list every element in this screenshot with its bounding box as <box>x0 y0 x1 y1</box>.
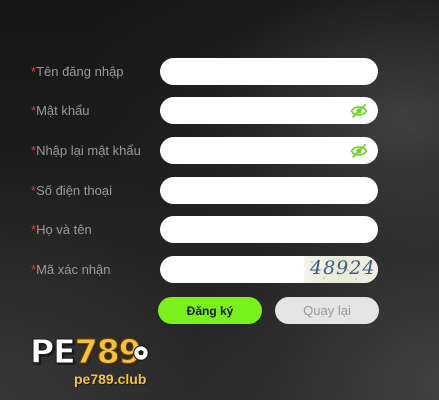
full-name-label: *Họ và tên <box>31 222 92 237</box>
captcha-image[interactable]: 48924 <box>304 256 378 283</box>
captcha-code: 48924 <box>310 257 376 279</box>
full-name-row: *Họ và tên <box>0 216 439 244</box>
logo-wordmark: PE789 <box>30 332 143 371</box>
username-input[interactable] <box>160 58 378 85</box>
phone-row: *Số điện thoại <box>0 177 439 205</box>
confirm-password-label: *Nhập lại mật khẩu <box>31 143 141 158</box>
phone-input[interactable] <box>160 177 378 204</box>
soccer-ball-icon <box>133 345 149 361</box>
phone-label: *Số điện thoại <box>31 183 112 198</box>
captcha-row: *Mã xác nhận 48924 <box>0 256 439 284</box>
eye-slash-icon[interactable] <box>350 103 368 119</box>
full-name-input[interactable] <box>160 216 378 243</box>
password-input[interactable] <box>160 97 378 124</box>
back-button[interactable]: Quay lại <box>275 297 379 324</box>
captcha-label: *Mã xác nhận <box>31 262 111 277</box>
confirm-password-row: *Nhập lại mật khẩu <box>0 137 439 165</box>
confirm-password-input[interactable] <box>160 137 378 164</box>
password-row: *Mật khẩu <box>0 97 439 125</box>
logo-url: pe789.club <box>74 371 147 387</box>
password-label: *Mật khẩu <box>31 103 90 118</box>
eye-slash-icon[interactable] <box>350 143 368 159</box>
brand-logo: PE789 pe789.club <box>30 332 170 390</box>
register-button[interactable]: Đăng ký <box>158 297 262 324</box>
username-row: *Tên đăng nhập <box>0 58 439 86</box>
username-label: *Tên đăng nhập <box>31 64 124 79</box>
